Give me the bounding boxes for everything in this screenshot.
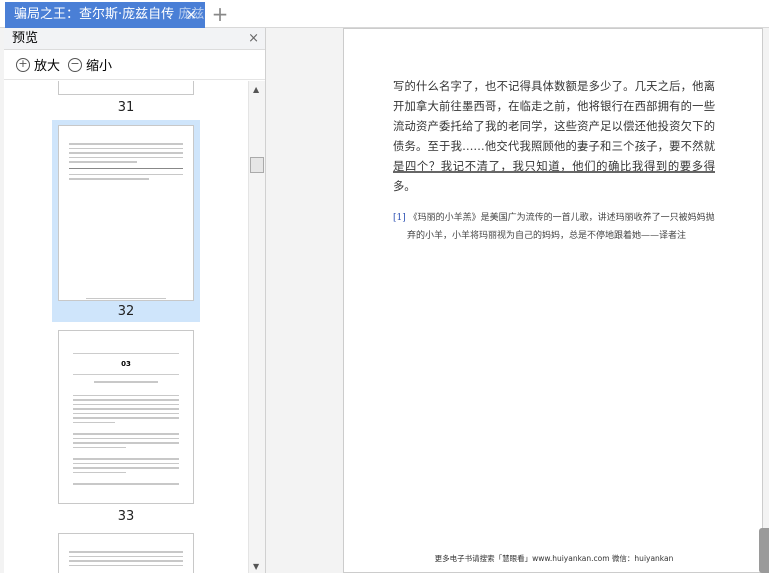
preview-panel: 预览 × + 放大 − 缩小 31 32 03 33 ▲ ▼ bbox=[4, 28, 266, 573]
scroll-up-icon[interactable]: ▲ bbox=[253, 85, 259, 94]
close-tab-icon[interactable]: × bbox=[185, 2, 197, 28]
footnote-ref-link[interactable]: [1] bbox=[393, 213, 406, 223]
preview-toolbar: + 放大 − 缩小 bbox=[4, 50, 265, 80]
page-number: 33 bbox=[117, 509, 135, 524]
page-body-text: 写的什么名字了，也不记得具体数额是多少了。几天之后，他离开加拿大前往墨西哥，在临… bbox=[393, 80, 715, 193]
page-thumbnail-33[interactable]: 03 bbox=[58, 330, 194, 504]
zoom-out-button[interactable]: − 缩小 bbox=[68, 55, 112, 74]
thumbnail-list: 31 32 03 33 bbox=[4, 81, 248, 573]
close-panel-icon[interactable]: × bbox=[248, 28, 259, 50]
page-thumbnail-34[interactable] bbox=[58, 533, 194, 573]
scroll-down-icon[interactable]: ▼ bbox=[253, 562, 259, 571]
document-tab[interactable]: 骗局之王：查尔斯·庞兹自传 庞兹 × bbox=[5, 2, 205, 28]
tab-bar: 骗局之王：查尔斯·庞兹自传 庞兹 × + bbox=[0, 0, 769, 28]
thumbnail-scrollbar[interactable]: ▲ ▼ bbox=[248, 81, 265, 573]
footnote: [1] 《玛丽的小羊羔》是美国广为流传的一首儿歌，讲述玛丽收养了一只被妈妈抛弃的… bbox=[393, 209, 723, 245]
footnote-divider bbox=[393, 171, 715, 173]
zoom-in-label: 放大 bbox=[34, 59, 61, 74]
tab-title: 骗局之王：查尔斯·庞兹自传 bbox=[14, 7, 175, 22]
scrollbar-thumb[interactable] bbox=[250, 157, 264, 173]
document-page: 写的什么名字了，也不记得具体数额是多少了。几天之后，他离开加拿大前往墨西哥，在临… bbox=[343, 28, 763, 573]
zoom-in-icon: + bbox=[16, 57, 30, 72]
new-tab-button[interactable]: + bbox=[210, 2, 230, 26]
chapter-number: 03 bbox=[121, 360, 131, 368]
panel-title: 预览 bbox=[12, 31, 39, 46]
zoom-in-button[interactable]: + 放大 bbox=[16, 55, 60, 74]
page-footer: 更多电子书请搜索「慧眼看」www.huiyankan.com 微信：huiyan… bbox=[434, 554, 674, 563]
page-thumbnail-32[interactable] bbox=[58, 125, 194, 301]
page-thumbnail-31[interactable] bbox=[58, 81, 194, 95]
zoom-out-label: 缩小 bbox=[86, 59, 113, 74]
page-number: 31 bbox=[117, 100, 135, 115]
side-panel-handle[interactable] bbox=[759, 528, 769, 573]
panel-header: 预览 × bbox=[4, 28, 265, 50]
zoom-out-icon: − bbox=[68, 57, 83, 72]
page-number: 32 bbox=[117, 304, 135, 319]
footnote-text: 《玛丽的小羊羔》是美国广为流传的一首儿歌，讲述玛丽收养了一只被妈妈抛弃的小羊，小… bbox=[407, 213, 715, 241]
